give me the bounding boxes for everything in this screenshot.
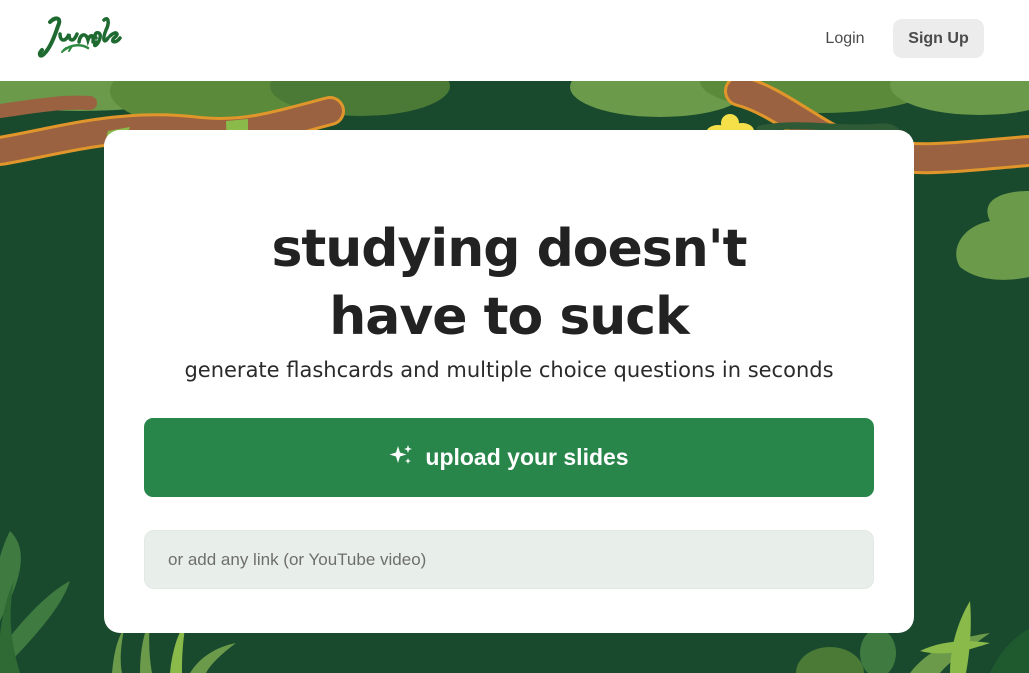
page-headline: studying doesn't have to suck: [104, 215, 914, 351]
top-navigation-bar: Login Sign Up: [0, 0, 1029, 81]
upload-slides-button[interactable]: upload your slides: [144, 418, 874, 497]
sign-up-button[interactable]: Sign Up: [893, 19, 984, 58]
login-link[interactable]: Login: [808, 20, 882, 58]
link-input[interactable]: [144, 530, 874, 589]
sparkle-icon: [389, 443, 413, 473]
hero-card: studying doesn't have to suck generate f…: [104, 130, 914, 633]
jungle-logo[interactable]: [36, 12, 122, 62]
upload-slides-label: upload your slides: [425, 444, 629, 470]
page-subheadline: generate flashcards and multiple choice …: [184, 358, 834, 382]
headline-line-1: studying doesn't: [271, 218, 747, 279]
headline-line-2: have to suck: [329, 286, 689, 347]
